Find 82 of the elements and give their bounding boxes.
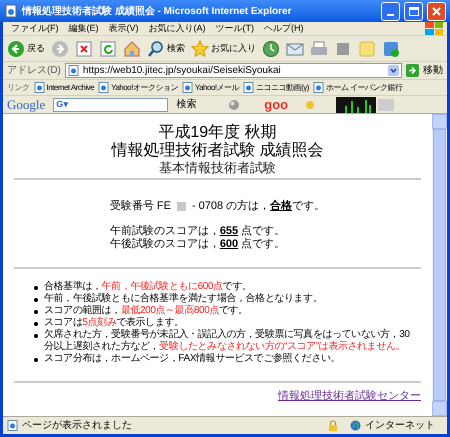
link-item[interactable]: Yahoo!オークション xyxy=(98,82,178,94)
printer-icon xyxy=(310,40,328,58)
close-button[interactable] xyxy=(427,2,446,20)
menu-item[interactable]: ファイル(F) xyxy=(11,22,58,36)
status-text: ページが表示されました xyxy=(22,418,133,433)
note-text: スコアは5点刻みで表示します。 xyxy=(44,317,184,328)
page-icon xyxy=(243,82,254,93)
link-item[interactable]: Internet Archive xyxy=(34,82,94,94)
page-heading: 情報処理技術者試験 成績照会 xyxy=(111,142,324,160)
history-icon xyxy=(262,40,280,58)
back-button[interactable]: 戻る xyxy=(7,40,45,58)
note-text: スコアの範囲は，最低200点～最高800点です。 xyxy=(44,305,248,316)
search-icon xyxy=(147,40,165,58)
bullet-icon xyxy=(34,286,38,290)
browser-page-icon xyxy=(4,4,18,18)
google-g-icon[interactable]: G▾ xyxy=(56,98,68,112)
window-title: 情報処理技術者試験 成績照会 - Microsoft Internet Explorer xyxy=(22,4,292,18)
link-item[interactable]: ニコニコ動画(γ) xyxy=(243,82,309,94)
score-line: 午後試験のスコアは，600 点です。 xyxy=(110,238,286,251)
page-heading: 平成19年度 秋期 xyxy=(158,124,277,142)
history-button[interactable] xyxy=(262,40,280,58)
google-search-field[interactable]: G▾ xyxy=(53,98,168,112)
windows-flag-icon xyxy=(425,22,443,35)
maximize-button[interactable] xyxy=(404,2,423,20)
refresh-button[interactable] xyxy=(99,40,117,58)
messenger-icon xyxy=(382,40,400,58)
bullet-icon xyxy=(34,298,38,302)
menu-item[interactable]: ヘルプ(H) xyxy=(264,22,304,36)
home-button[interactable] xyxy=(123,40,141,58)
exam-result: 受験番号 FE - 0708 の方は，合格です。 xyxy=(110,200,326,213)
minimize-button[interactable] xyxy=(381,2,400,20)
page-icon xyxy=(34,82,44,93)
page-icon xyxy=(182,82,193,93)
link-item[interactable]: ホーム イーバンク銀行 xyxy=(312,82,403,94)
scrollbar[interactable] xyxy=(432,114,447,416)
bullet-icon xyxy=(34,310,38,314)
exam-center-link[interactable]: 情報処理技術者試験センター xyxy=(278,388,421,404)
score-line: 午前試験のスコアは，655 点です。 xyxy=(110,225,286,238)
link-item[interactable]: Yahoo!メール xyxy=(182,82,240,94)
links-label: リンク xyxy=(7,82,30,94)
go-button[interactable]: 移動 xyxy=(406,63,443,78)
messenger-button[interactable] xyxy=(382,40,400,58)
globe-icon xyxy=(350,420,361,431)
menu-item[interactable]: ツール(T) xyxy=(216,22,254,36)
page-icon xyxy=(7,420,18,431)
note-text: 欠席された方，受験番号が未記入・誤記入の方，受験票に写真をはっていない方，30分以上遅刻された方など，受験したとみなされない方の“スコア”は表示されません。 xyxy=(44,329,411,352)
go-arrow-icon xyxy=(406,64,419,77)
security-zone: インターネット xyxy=(365,419,436,433)
forward-button[interactable] xyxy=(51,40,69,58)
refresh-icon xyxy=(99,40,117,58)
lock-icon xyxy=(328,420,338,431)
note-text: 合格基準は，午前，午後試験ともに600点です。 xyxy=(44,281,252,292)
goo-logo: goo xyxy=(264,96,288,114)
favorites-button[interactable]: お気に入り xyxy=(191,40,256,58)
home-icon xyxy=(123,40,141,58)
star-icon xyxy=(191,40,209,58)
page-icon xyxy=(68,65,79,76)
forward-icon xyxy=(51,40,69,58)
redaction-block xyxy=(176,202,186,211)
note-text: スコア分布は，ホームページ，FAX情報サービスでご参照ください。 xyxy=(44,353,340,365)
exam-subtitle: 基本情報技術者試験 xyxy=(159,160,276,175)
bullet-icon xyxy=(34,358,38,362)
menu-item[interactable]: お気に入り(A) xyxy=(148,22,206,36)
note-text: 午前，午後試験ともに合格基準を満たす場合，合格となります。 xyxy=(44,293,322,304)
bullet-icon xyxy=(34,334,38,338)
address-label: アドレス(D) xyxy=(7,64,61,78)
menu-item[interactable]: 表示(V) xyxy=(108,22,138,36)
close-icon xyxy=(431,6,442,16)
address-field[interactable]: https://web10.jitec.jp/syoukai/SeisekiSyoukai xyxy=(64,63,402,78)
bullet-icon xyxy=(34,322,38,326)
stop-button[interactable] xyxy=(75,40,93,58)
menu-item[interactable]: 編集(E) xyxy=(68,22,98,36)
print-button[interactable] xyxy=(310,40,328,58)
google-search-button[interactable]: 検索 xyxy=(176,97,196,112)
stop-icon xyxy=(75,40,93,58)
search-button[interactable]: 検索 xyxy=(147,40,185,58)
page-icon xyxy=(98,82,110,93)
note-icon xyxy=(358,40,376,58)
google-logo: Google xyxy=(7,96,46,114)
page-icon xyxy=(312,82,324,93)
ball-icon[interactable] xyxy=(228,98,240,110)
back-icon xyxy=(7,40,25,58)
